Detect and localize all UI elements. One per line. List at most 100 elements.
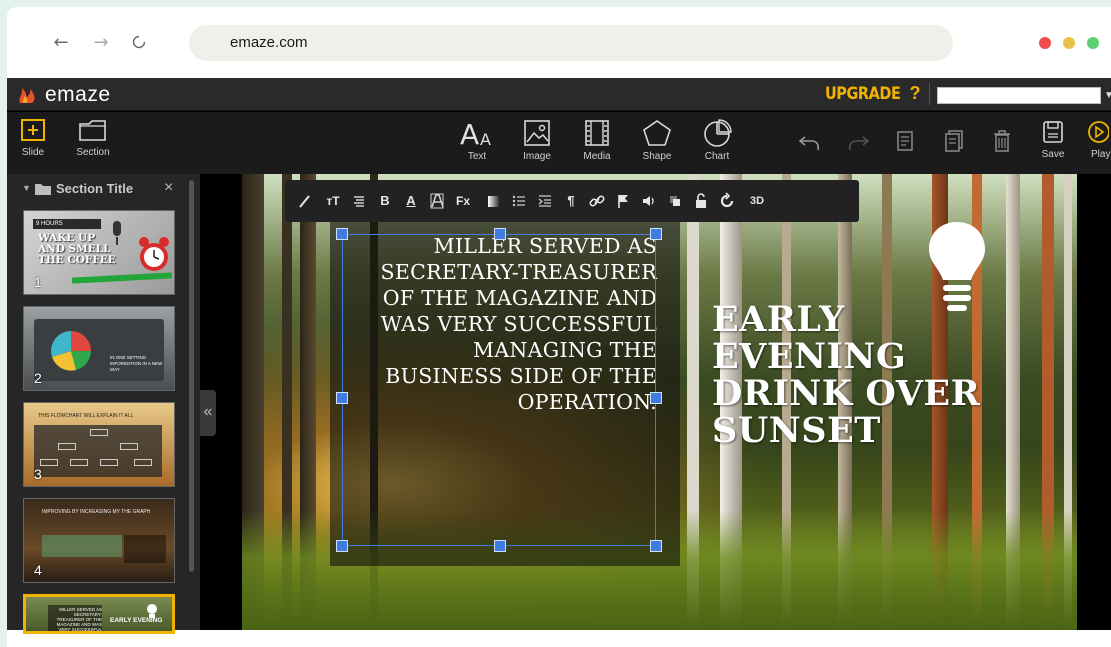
gradient-icon[interactable] xyxy=(483,191,503,211)
svg-text:A: A xyxy=(480,130,491,148)
pie-chart-thumb xyxy=(51,331,91,371)
back-arrow-icon[interactable]: ← xyxy=(51,33,71,53)
presentation-title-input[interactable] xyxy=(937,87,1101,104)
save-icon xyxy=(1043,121,1063,143)
resize-handle[interactable] xyxy=(336,540,348,552)
reload-icon[interactable] xyxy=(129,33,149,53)
bullet-list-icon[interactable] xyxy=(509,191,529,211)
resize-handle[interactable] xyxy=(650,392,662,404)
play-label: Play xyxy=(1091,149,1111,160)
chart-tool-button[interactable]: Chart xyxy=(689,118,745,162)
thumb-legend xyxy=(124,535,166,563)
resize-handle[interactable] xyxy=(650,228,662,240)
help-button[interactable]: ? xyxy=(905,83,925,104)
font-size-icon[interactable]: тT xyxy=(323,191,343,211)
slide-thumbnail-2[interactable]: IN ONE SETTING INFORMATION IN A NEW WAY … xyxy=(23,306,175,391)
brush-icon[interactable] xyxy=(295,191,315,211)
slide-label: Slide xyxy=(21,147,45,158)
thumb-caption: MILLER SERVED AS SECRETARY-TREASURER OF … xyxy=(56,607,102,632)
image-label: Image xyxy=(523,151,551,162)
thumb-headline: EARLY EVENING xyxy=(110,617,163,624)
thumb-caption: IN ONE SETTING INFORMATION IN A NEW WAY xyxy=(110,355,163,372)
caret-down-icon[interactable]: ▼ xyxy=(22,183,31,193)
section-title[interactable]: Section Title xyxy=(56,181,133,196)
slides-panel: ▼ Section Title × 9 HOURS WAKE UP AND SM… xyxy=(7,174,200,634)
resize-handle[interactable] xyxy=(494,540,506,552)
plus-square-icon xyxy=(21,119,45,141)
3d-button[interactable]: 3D xyxy=(745,191,769,211)
media-tool-button[interactable]: Media xyxy=(569,118,625,162)
slide-headline[interactable]: EARLY EVENING DRINK OVER SUNSET xyxy=(712,301,1012,449)
headline-line: EVENING xyxy=(712,336,907,377)
image-tool-button[interactable]: Image xyxy=(509,118,565,162)
undo-icon[interactable] xyxy=(797,128,823,154)
duplicate-icon[interactable] xyxy=(941,128,967,154)
emaze-editor: emaze UPGRADE ? ▼ Slide Section AA Text xyxy=(7,78,1111,634)
lock-icon[interactable] xyxy=(691,191,711,211)
shape-label: Shape xyxy=(642,151,672,162)
browser-window: ← → emaze.com emaze UPGRADE ? ▼ Slide Se… xyxy=(7,7,1111,647)
selection-frame[interactable] xyxy=(342,234,656,546)
text-label: Text xyxy=(467,151,487,162)
chevron-down-icon[interactable]: ▼ xyxy=(1104,90,1111,101)
svg-text:A: A xyxy=(460,118,479,148)
shape-tool-button[interactable]: Shape xyxy=(629,118,685,162)
redo-icon[interactable] xyxy=(845,128,871,154)
emaze-flame-icon xyxy=(19,88,35,103)
slide-thumbnail-1[interactable]: 9 HOURS WAKE UP AND SMELL THE COFFEE 1 xyxy=(23,210,175,295)
thumb-flowchart xyxy=(34,425,162,477)
slide-number: 1 xyxy=(34,274,42,290)
add-slide-button[interactable]: Slide xyxy=(7,118,61,158)
lightbulb-icon xyxy=(147,604,157,618)
thumb-caption: THIS FLOWCHART WILL EXPLAIN IT ALL xyxy=(38,413,134,419)
headline-line: DRINK OVER xyxy=(712,373,981,414)
slide-thumbnail-3[interactable]: THIS FLOWCHART WILL EXPLAIN IT ALL 3 xyxy=(23,402,175,487)
url-field[interactable]: emaze.com xyxy=(189,25,953,61)
section-header[interactable]: ▼ Section Title × xyxy=(7,174,200,202)
slide-canvas[interactable]: Miller served as secretary-treasurer of … xyxy=(242,174,1077,630)
red-dot-icon xyxy=(1039,37,1051,49)
headline-line: SUNSET xyxy=(712,410,881,451)
save-button[interactable]: Save xyxy=(1025,118,1081,160)
align-icon[interactable] xyxy=(349,191,369,211)
green-bar xyxy=(71,272,173,284)
green-dot-icon xyxy=(1087,37,1099,49)
panel-scrollbar[interactable] xyxy=(189,180,194,572)
logo-text: emaze xyxy=(45,83,111,106)
font-style-icon[interactable] xyxy=(427,191,447,211)
speaker-icon[interactable] xyxy=(639,191,659,211)
play-button[interactable]: Play xyxy=(1075,118,1111,160)
trash-icon[interactable] xyxy=(989,128,1015,154)
media-label: Media xyxy=(583,151,611,162)
collapse-panel-button[interactable]: « xyxy=(200,390,216,436)
emaze-logo[interactable]: emaze xyxy=(17,83,111,106)
refresh-icon[interactable] xyxy=(717,191,737,211)
layer-icon[interactable] xyxy=(665,191,685,211)
link-icon[interactable] xyxy=(587,191,607,211)
lightbulb-icon[interactable] xyxy=(925,218,989,318)
folder-icon xyxy=(79,120,106,141)
resize-handle[interactable] xyxy=(336,228,348,240)
yellow-dot-icon xyxy=(1063,37,1075,49)
slide-thumbnail-5[interactable]: MILLER SERVED AS SECRETARY-TREASURER OF … xyxy=(23,594,175,634)
text-tool-button[interactable]: AA Text xyxy=(449,118,505,162)
indent-icon[interactable] xyxy=(535,191,555,211)
slide-thumbnail-4[interactable]: IMPROVING BY INCREASING MY THE GRAPH 4 xyxy=(23,498,175,583)
slide-number: 4 xyxy=(34,562,42,578)
paragraph-icon[interactable]: ¶ xyxy=(561,191,581,211)
resize-handle[interactable] xyxy=(650,540,662,552)
canvas-margin xyxy=(1077,174,1111,630)
text-color-icon[interactable]: A xyxy=(401,191,421,211)
upgrade-button[interactable]: UPGRADE xyxy=(825,84,901,104)
add-section-button[interactable]: Section xyxy=(65,118,121,158)
flag-icon[interactable] xyxy=(613,191,633,211)
notes-icon[interactable] xyxy=(892,128,918,154)
effects-icon[interactable]: Fx xyxy=(453,191,473,211)
bold-button[interactable]: B xyxy=(375,191,395,211)
resize-handle[interactable] xyxy=(336,392,348,404)
forward-arrow-icon[interactable]: → xyxy=(91,33,111,53)
section-label: Section xyxy=(76,147,110,158)
app-top-bar: emaze UPGRADE ? ▼ xyxy=(7,78,1111,111)
close-icon[interactable]: × xyxy=(164,179,173,197)
resize-handle[interactable] xyxy=(494,228,506,240)
